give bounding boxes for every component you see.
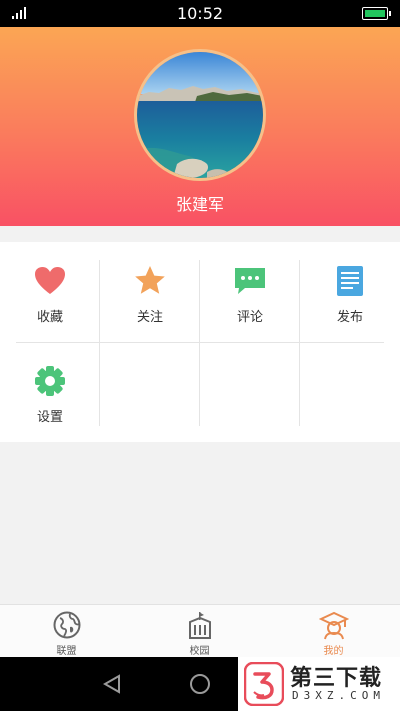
menu-item-label: 关注 xyxy=(136,310,163,325)
bottom-tab-bar: 联盟 校园 我的 xyxy=(0,604,400,657)
watermark: 第三下载 D3XZ.COM xyxy=(238,657,400,711)
status-time: 10:52 xyxy=(176,4,224,23)
menu-item-comments[interactable]: 评论 xyxy=(200,242,300,342)
menu-item-label: 设置 xyxy=(36,410,63,425)
document-icon xyxy=(337,266,363,296)
menu-item-favorites[interactable]: 收藏 xyxy=(0,242,100,342)
battery-icon xyxy=(362,7,391,20)
heart-icon xyxy=(35,267,65,294)
star-icon xyxy=(135,266,165,294)
d3xz-logo-icon xyxy=(244,662,284,706)
tab-campus[interactable]: 校园 xyxy=(133,605,266,658)
graduate-icon xyxy=(319,611,349,640)
home-circle-icon[interactable] xyxy=(190,674,210,694)
back-triangle-icon[interactable] xyxy=(102,674,122,694)
tab-mine[interactable]: 我的 xyxy=(267,605,400,658)
profile-header: 张建军 xyxy=(0,27,400,226)
chat-bubble-icon xyxy=(235,268,265,294)
watermark-subtitle: D3XZ.COM xyxy=(292,689,385,702)
watermark-title: 第三下载 xyxy=(290,666,383,691)
status-bar: 10:52 xyxy=(0,0,400,27)
menu-item-label: 发布 xyxy=(336,310,363,325)
avatar-seascape-image xyxy=(137,52,263,178)
menu-item-publish[interactable]: 发布 xyxy=(300,242,400,342)
globe-icon xyxy=(53,611,81,639)
menu-item-label: 收藏 xyxy=(36,310,63,325)
tab-label: 我的 xyxy=(323,646,344,657)
user-name: 张建军 xyxy=(175,195,224,214)
menu-item-settings[interactable]: 设置 xyxy=(0,342,100,442)
school-building-icon xyxy=(189,612,211,639)
menu-item-following[interactable]: 关注 xyxy=(100,242,200,342)
avatar[interactable] xyxy=(134,49,266,181)
menu-grid: 收藏 关注 评论 发布 设置 xyxy=(0,242,400,442)
menu-item-label: 评论 xyxy=(236,310,263,325)
section-divider xyxy=(0,226,400,242)
tab-label: 联盟 xyxy=(56,646,77,657)
tab-label: 校园 xyxy=(189,646,210,657)
gear-icon xyxy=(35,366,65,396)
tab-alliance[interactable]: 联盟 xyxy=(0,605,133,658)
